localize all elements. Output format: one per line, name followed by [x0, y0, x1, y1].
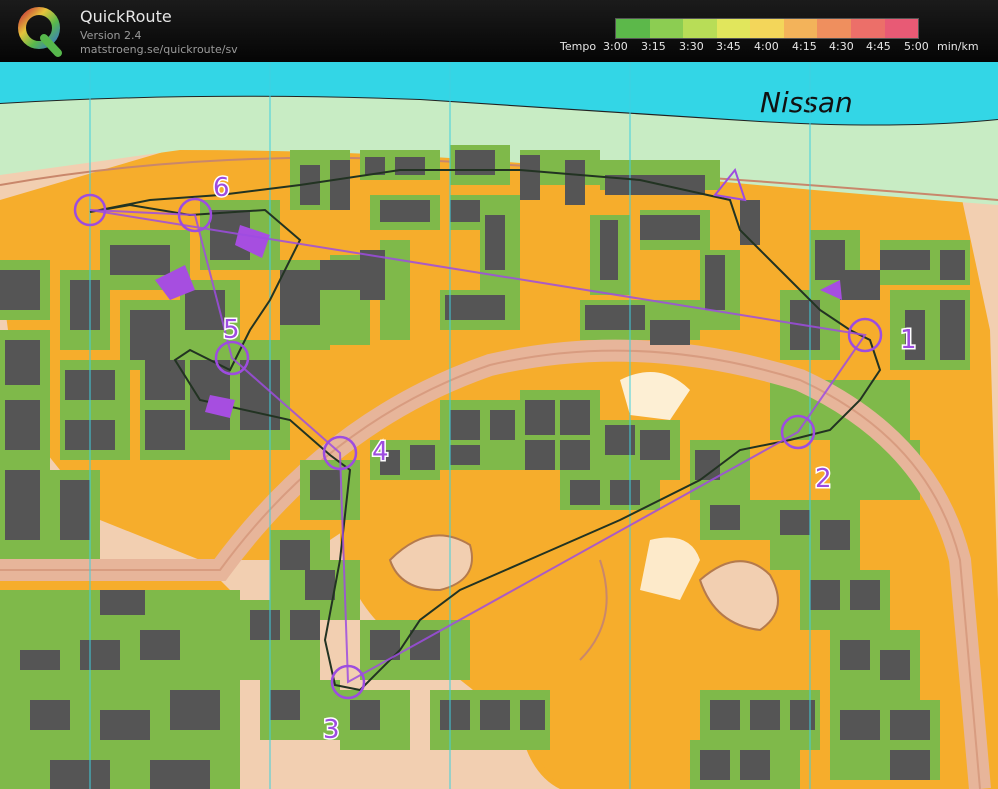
- app-version: Version 2.4: [80, 29, 142, 42]
- tempo-tick: 4:30: [829, 40, 854, 53]
- tempo-tick: 4:15: [792, 40, 817, 53]
- scale-segment: [649, 19, 684, 38]
- scale-segment: [783, 19, 818, 38]
- control-number-1: 1: [900, 325, 917, 355]
- tempo-tick: 3:00: [603, 40, 628, 53]
- app-header: QuickRoute Version 2.4 matstroeng.se/qui…: [0, 0, 998, 62]
- orienteering-map[interactable]: Nissan 1 2 3 4 5 6: [0, 62, 998, 789]
- scale-segment: [850, 19, 885, 38]
- control-number-2: 2: [815, 464, 832, 494]
- scale-segment: [683, 19, 717, 38]
- control-number-6: 6: [213, 173, 230, 203]
- tempo-color-scale: [615, 18, 919, 39]
- app-title: QuickRoute: [80, 7, 172, 26]
- tempo-tick: 5:00: [904, 40, 929, 53]
- app-url[interactable]: matstroeng.se/quickroute/sv: [80, 43, 238, 56]
- tempo-tick: 3:45: [716, 40, 741, 53]
- scale-segment: [750, 19, 784, 38]
- place-label-nissan: Nissan: [760, 86, 853, 119]
- control-number-4: 4: [372, 437, 389, 467]
- tempo-tick: 4:45: [866, 40, 891, 53]
- quickroute-logo-icon: [18, 7, 62, 57]
- tempo-unit: min/km: [937, 40, 979, 53]
- control-number-5: 5: [223, 315, 240, 345]
- scale-segment: [616, 19, 650, 38]
- tempo-label: Tempo: [560, 40, 597, 53]
- scale-segment: [884, 19, 919, 38]
- control-number-3: 3: [323, 715, 340, 745]
- tempo-tick: 3:30: [679, 40, 704, 53]
- tempo-tick: 4:00: [754, 40, 779, 53]
- scale-segment: [817, 19, 851, 38]
- tempo-tick: 3:15: [641, 40, 666, 53]
- scale-segment: [716, 19, 751, 38]
